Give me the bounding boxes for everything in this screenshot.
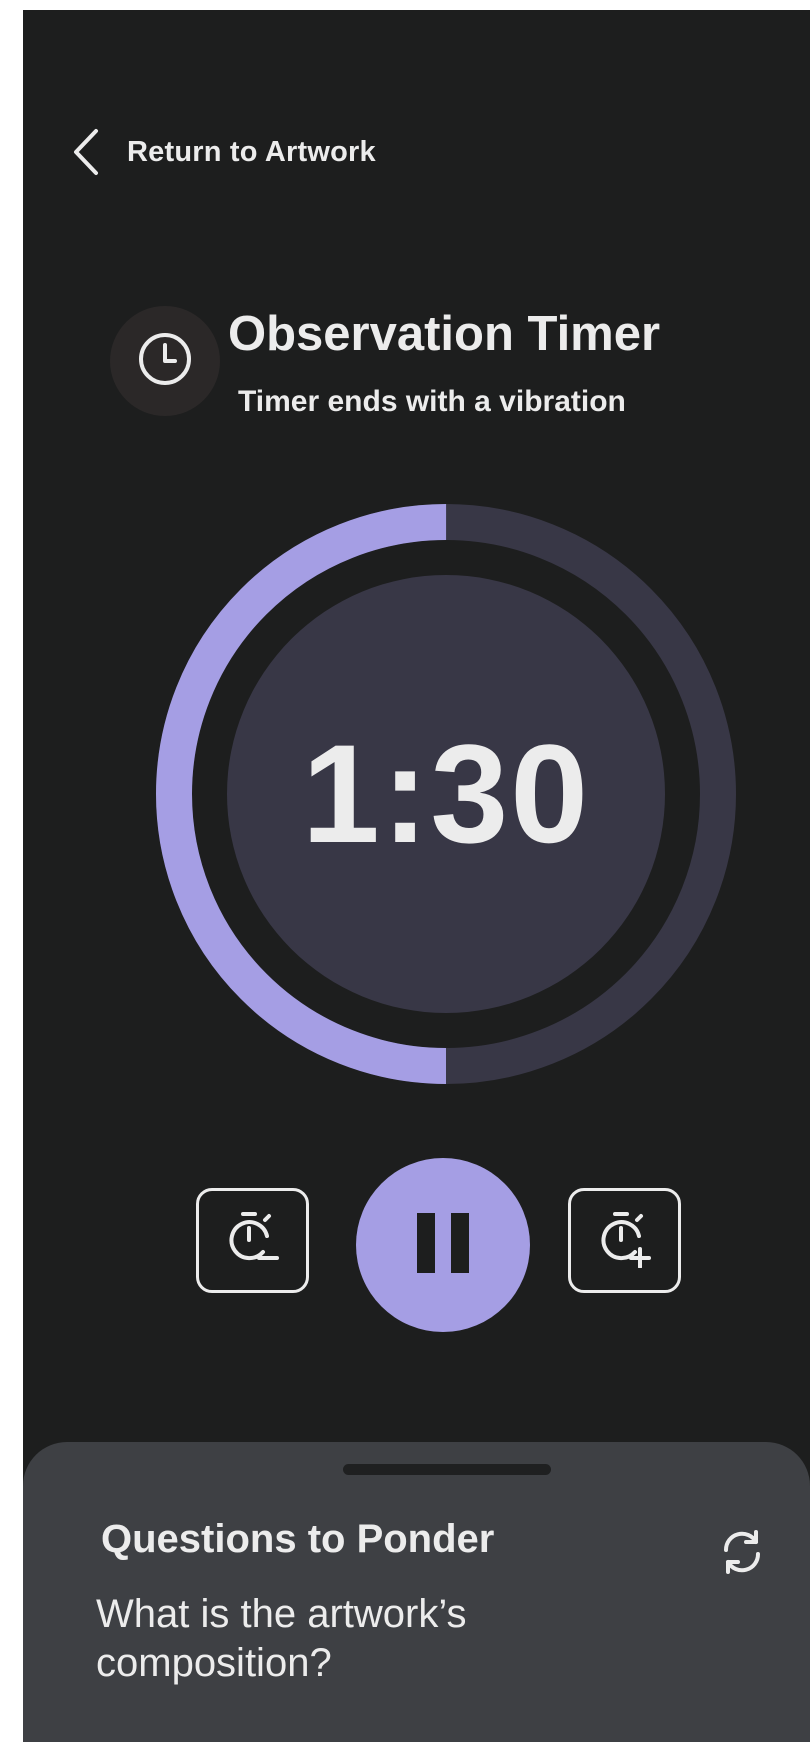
sheet-title: Questions to Ponder xyxy=(101,1517,495,1561)
clock-badge xyxy=(110,306,220,416)
back-button[interactable]: Return to Artwork xyxy=(71,124,376,180)
page-title: Observation Timer xyxy=(228,307,661,361)
pause-icon xyxy=(415,1211,471,1280)
clock-icon xyxy=(137,331,193,392)
refresh-icon xyxy=(718,1530,766,1580)
page-subtitle: Timer ends with a vibration xyxy=(238,385,626,418)
pause-button[interactable] xyxy=(356,1158,530,1332)
timer-dial: 1:30 xyxy=(156,504,736,1084)
questions-sheet[interactable]: Questions to Ponder What is the artwork’… xyxy=(23,1442,810,1742)
increase-time-button[interactable] xyxy=(568,1188,681,1293)
timer-controls xyxy=(23,1146,810,1332)
decrease-time-button[interactable] xyxy=(196,1188,309,1293)
question-text: What is the artwork’s composition? xyxy=(96,1592,467,1685)
app-screen: Return to Artwork Observation Timer Time… xyxy=(23,10,810,1742)
back-label: Return to Artwork xyxy=(127,135,376,168)
refresh-question-button[interactable] xyxy=(718,1528,766,1576)
chevron-left-icon xyxy=(71,127,101,177)
sheet-drag-handle[interactable] xyxy=(343,1464,551,1475)
timer-minus-icon xyxy=(223,1208,283,1273)
timer-plus-icon xyxy=(595,1208,655,1273)
timer-display: 1:30 xyxy=(301,715,591,872)
